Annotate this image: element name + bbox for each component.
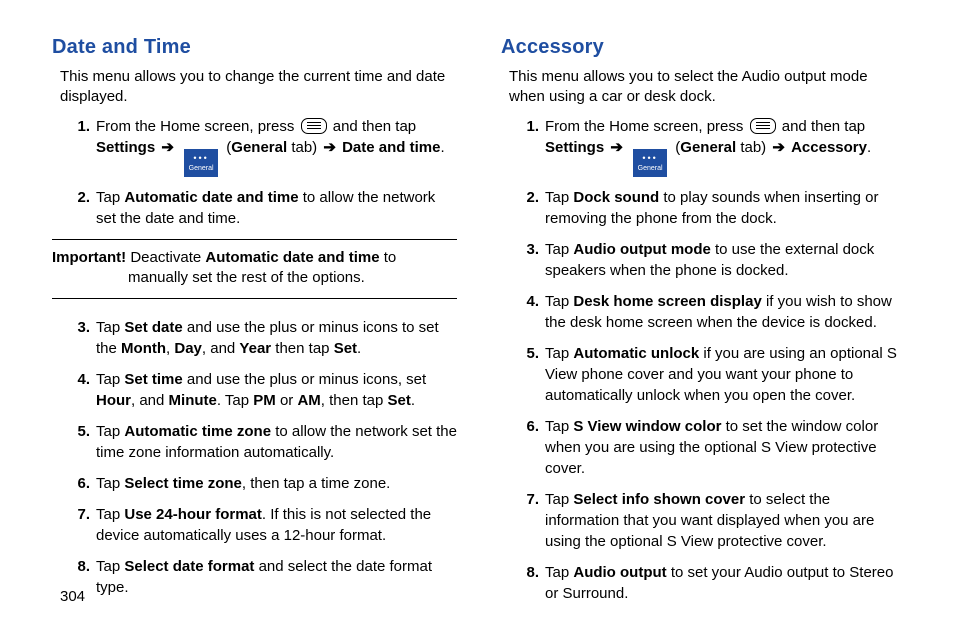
bold-text: Accessory — [791, 139, 867, 156]
step-text: and use the plus or minus icons, set — [183, 371, 426, 388]
arrow-icon: ➔ — [608, 139, 625, 156]
step-text: From the Home screen, press — [96, 118, 299, 135]
step-text: , and — [202, 340, 240, 357]
dots-icon: ••• — [193, 154, 208, 162]
general-tab-icon: ••• General — [184, 149, 218, 177]
list-item: Tap Select date format and select the da… — [60, 556, 457, 598]
bold-text: Automatic date and time — [124, 189, 298, 206]
list-item: Tap Select info shown cover to select th… — [509, 489, 906, 552]
bold-text: Set date — [124, 319, 182, 336]
list-item: Tap Automatic time zone to allow the net… — [60, 421, 457, 463]
bold-text: Automatic time zone — [124, 423, 271, 440]
step-text: Tap — [545, 189, 573, 206]
list-item: Tap Set time and use the plus or minus i… — [60, 369, 457, 411]
important-label: Important! — [52, 249, 130, 266]
step-text: , then tap — [321, 392, 388, 409]
step-text: , and — [131, 392, 169, 409]
bold-text: Hour — [96, 392, 131, 409]
general-tab-icon: ••• General — [633, 149, 667, 177]
step-text: Tap — [545, 293, 573, 310]
icon-label: General — [638, 165, 663, 172]
bold-text: S View window color — [573, 418, 721, 435]
important-note: Important! Deactivate Automatic date and… — [52, 239, 457, 300]
icon-label: General — [189, 165, 214, 172]
bold-text: Settings — [96, 139, 155, 156]
step-text: Tap — [545, 418, 573, 435]
bold-text: Set — [388, 392, 411, 409]
list-item: Tap Set date and use the plus or minus i… — [60, 317, 457, 359]
step-text: . Tap — [217, 392, 253, 409]
heading-date-and-time: Date and Time — [52, 36, 457, 59]
step-text: then tap — [271, 340, 334, 357]
step-text: tab) — [736, 139, 770, 156]
step-text: Tap — [96, 371, 124, 388]
list-item: Tap Use 24-hour format. If this is not s… — [60, 504, 457, 546]
list-item: Tap Desk home screen display if you wish… — [509, 291, 906, 333]
bold-text: Desk home screen display — [573, 293, 761, 310]
arrow-icon: ➔ — [159, 139, 176, 156]
step-text: Deactivate — [130, 249, 205, 266]
page-content: Date and Time This menu allows you to ch… — [52, 36, 906, 574]
step-text: Tap — [545, 345, 573, 362]
list-item: Tap Audio output mode to use the externa… — [509, 239, 906, 281]
step-text: or — [276, 392, 298, 409]
menu-icon — [750, 118, 776, 134]
bold-text: Select time zone — [124, 475, 242, 492]
list-item: From the Home screen, press and then tap… — [509, 116, 906, 177]
step-text: Tap — [96, 319, 124, 336]
step-text: Tap — [96, 475, 124, 492]
step-text: Tap — [96, 506, 124, 523]
bold-text: Select info shown cover — [573, 491, 745, 508]
menu-icon — [301, 118, 327, 134]
intro-accessory: This menu allows you to select the Audio… — [509, 67, 906, 108]
bold-text: Audio output mode — [573, 241, 710, 258]
bold-text: General — [680, 139, 736, 156]
bold-text: Year — [239, 340, 271, 357]
list-item: Tap Automatic unlock if you are using an… — [509, 343, 906, 406]
step-text: Tap — [545, 564, 573, 581]
bold-text: Settings — [545, 139, 604, 156]
bold-text: Month — [121, 340, 166, 357]
list-item: Tap S View window color to set the windo… — [509, 416, 906, 479]
list-item: Tap Audio output to set your Audio outpu… — [509, 562, 906, 604]
step-text: From the Home screen, press — [545, 118, 748, 135]
step-text: Tap — [545, 491, 573, 508]
bold-text: General — [231, 139, 287, 156]
bold-text: Minute — [169, 392, 217, 409]
steps-date-and-time: From the Home screen, press and then tap… — [60, 116, 457, 229]
steps-date-and-time-cont: Tap Set date and use the plus or minus i… — [60, 317, 457, 598]
heading-accessory: Accessory — [501, 36, 906, 59]
bold-text: Day — [174, 340, 202, 357]
right-column: Accessory This menu allows you to select… — [501, 36, 906, 574]
step-text: Tap — [96, 558, 124, 575]
list-item: Tap Dock sound to play sounds when inser… — [509, 187, 906, 229]
list-item: Tap Select time zone, then tap a time zo… — [60, 473, 457, 494]
left-column: Date and Time This menu allows you to ch… — [52, 36, 457, 574]
step-text: , then tap a time zone. — [242, 475, 390, 492]
list-item: From the Home screen, press and then tap… — [60, 116, 457, 177]
step-text: Tap — [96, 189, 124, 206]
bold-text: Set — [334, 340, 357, 357]
bold-text: Use 24-hour format — [124, 506, 262, 523]
list-item: Tap Automatic date and time to allow the… — [60, 187, 457, 229]
step-text: and then tap — [778, 118, 866, 135]
bold-text: Select date format — [124, 558, 254, 575]
intro-date-and-time: This menu allows you to change the curre… — [60, 67, 457, 108]
bold-text: Automatic date and time — [205, 249, 379, 266]
arrow-icon: ➔ — [770, 139, 787, 156]
bold-text: PM — [253, 392, 276, 409]
steps-accessory: From the Home screen, press and then tap… — [509, 116, 906, 604]
step-text: tab) — [287, 139, 321, 156]
bold-text: Set time — [124, 371, 182, 388]
bold-text: Automatic unlock — [573, 345, 699, 362]
step-text: and then tap — [329, 118, 417, 135]
step-text: Tap — [545, 241, 573, 258]
step-text: Tap — [96, 423, 124, 440]
bold-text: Date and time — [342, 139, 440, 156]
dots-icon: ••• — [642, 154, 657, 162]
bold-text: Dock sound — [573, 189, 659, 206]
bold-text: Audio output — [573, 564, 666, 581]
bold-text: AM — [297, 392, 320, 409]
arrow-icon: ➔ — [321, 139, 338, 156]
